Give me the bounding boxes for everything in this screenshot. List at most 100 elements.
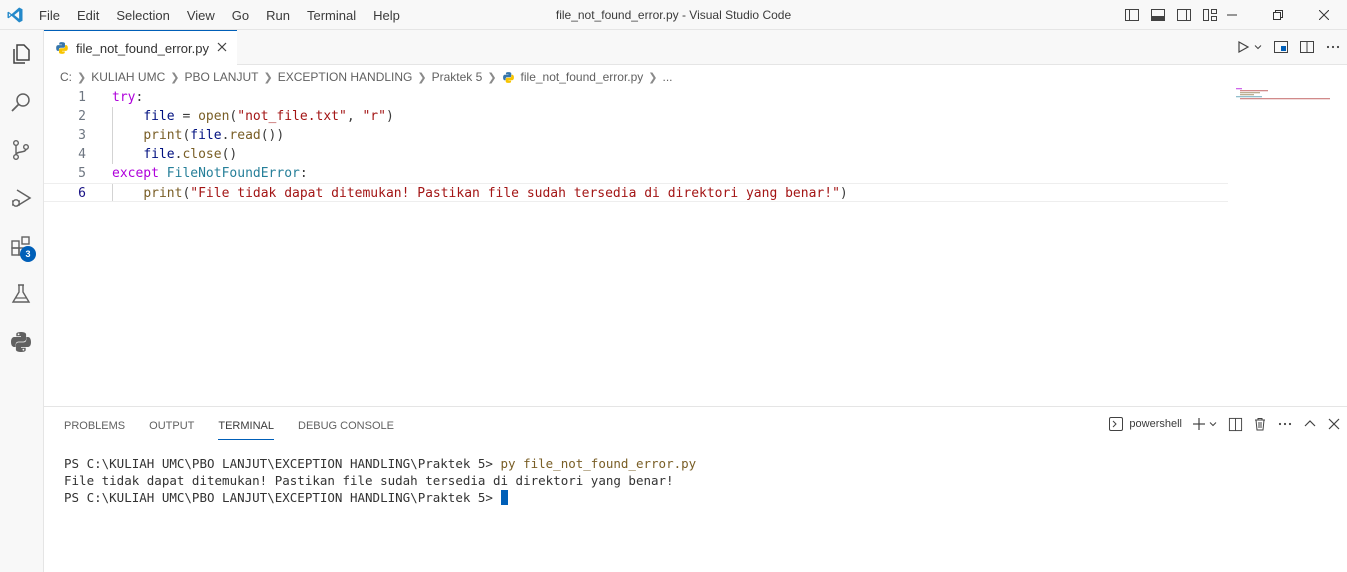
code-token: "File tidak dapat ditemukan! Pastikan fi… — [190, 186, 840, 201]
play-icon — [1238, 40, 1250, 54]
run-debug-button[interactable] — [7, 184, 35, 212]
terminal-line: PS C:\KULIAH UMC\PBO LANJUT\EXCEPTION HA… — [64, 455, 696, 472]
breadcrumb-item-kuliah-umc[interactable]: KULIAH UMC — [91, 70, 165, 84]
plus-icon — [1193, 418, 1205, 430]
line-number: 1 — [78, 90, 86, 105]
toggle-panel-icon[interactable] — [1150, 7, 1166, 23]
terminal-shell-selector[interactable]: powershell — [1109, 416, 1182, 432]
vscode-logo-icon[interactable] — [6, 6, 24, 24]
code-text: except FileNotFoundError: — [112, 164, 308, 183]
code-text: print(file.read()) — [112, 126, 284, 145]
source-control-icon — [12, 140, 29, 161]
code-token: = — [174, 109, 199, 124]
kill-terminal-button[interactable] — [1253, 416, 1267, 432]
terminal-command: py file_not_found_error.py — [500, 456, 697, 471]
line-number: 3 — [78, 128, 86, 143]
code-token: () — [221, 147, 238, 162]
tab-problems[interactable]: PROBLEMS — [64, 417, 125, 439]
tab-output[interactable]: OUTPUT — [149, 417, 194, 439]
code-line[interactable]: 6 print("File tidak dapat ditemukan! Pas… — [44, 183, 1228, 202]
tab-file-not-found-error[interactable]: file_not_found_error.py — [44, 30, 237, 65]
toggle-primary-sidebar-icon[interactable] — [1124, 7, 1140, 23]
editor-tab-bar: file_not_found_error.py — [44, 30, 1347, 65]
close-panel-button[interactable] — [1327, 416, 1341, 432]
python-button[interactable] — [7, 328, 35, 356]
menu-go[interactable]: Go — [232, 8, 249, 23]
chevron-right-icon: ❯ — [77, 71, 87, 84]
code-text: file.close() — [112, 145, 237, 164]
code-text: try: — [112, 88, 143, 107]
code-token: print — [143, 186, 183, 201]
close-tab-icon[interactable] — [215, 40, 229, 54]
menu-selection[interactable]: Selection — [116, 8, 169, 23]
close-icon — [1328, 418, 1340, 430]
shell-name: powershell — [1129, 418, 1182, 430]
panel-more-button[interactable] — [1277, 416, 1293, 432]
code-token: file — [190, 128, 222, 143]
tab-debug-console[interactable]: DEBUG CONSOLE — [298, 417, 394, 439]
restore-button[interactable] — [1255, 0, 1301, 30]
terminal-prompt: PS C:\KULIAH UMC\PBO LANJUT\EXCEPTION HA… — [64, 490, 501, 505]
open-preview-button[interactable] — [1273, 39, 1289, 55]
breadcrumb-item-exception-handling[interactable]: EXCEPTION HANDLING — [278, 70, 413, 84]
run-python-file-button[interactable] — [1236, 39, 1263, 55]
close-window-button[interactable] — [1301, 0, 1347, 30]
breadcrumb-item-drive[interactable]: C: — [60, 70, 72, 84]
code-line[interactable]: 2 file = open("not_file.txt", "r") — [44, 107, 1228, 126]
line-number: 4 — [78, 147, 86, 162]
terminal-output[interactable]: PS C:\KULIAH UMC\PBO LANJUT\EXCEPTION HA… — [64, 455, 696, 506]
code-token: print — [143, 128, 183, 143]
breadcrumb-item-file[interactable]: file_not_found_error.py — [521, 70, 644, 84]
line-number: 6 — [78, 186, 86, 201]
panel-actions: powershell — [1099, 416, 1341, 432]
search-button[interactable] — [7, 88, 35, 116]
code-line[interactable]: 5 except FileNotFoundError: — [44, 164, 1228, 183]
testing-button[interactable] — [7, 280, 35, 308]
split-terminal-button[interactable] — [1228, 416, 1243, 432]
terminal-icon — [1109, 417, 1124, 431]
editor-actions — [1226, 39, 1341, 55]
terminal-cursor — [500, 490, 508, 505]
toggle-secondary-sidebar-icon[interactable] — [1176, 7, 1192, 23]
source-control-button[interactable] — [7, 136, 35, 164]
chevron-right-icon: ❯ — [648, 71, 658, 84]
menu-file[interactable]: File — [39, 8, 60, 23]
minimap[interactable] — [1236, 88, 1332, 102]
breadcrumb: C: ❯ KULIAH UMC ❯ PBO LANJUT ❯ EXCEPTION… — [60, 66, 673, 88]
breadcrumb-item-pbo-lanjut[interactable]: PBO LANJUT — [184, 70, 258, 84]
terminal-line: PS C:\KULIAH UMC\PBO LANJUT\EXCEPTION HA… — [64, 489, 696, 506]
code-line[interactable]: 4 file.close() — [44, 145, 1228, 164]
breadcrumb-item-symbols[interactable]: ... — [663, 70, 673, 84]
split-editor-button[interactable] — [1299, 39, 1315, 55]
code-token: : — [135, 90, 144, 105]
files-icon — [13, 44, 30, 64]
code-token: read — [229, 128, 261, 143]
ellipsis-icon — [1326, 45, 1340, 49]
menu-help[interactable]: Help — [373, 8, 400, 23]
menu-terminal[interactable]: Terminal — [307, 8, 356, 23]
tab-terminal[interactable]: TERMINAL — [218, 417, 274, 440]
code-token: FileNotFoundError — [166, 166, 300, 181]
maximize-panel-button[interactable] — [1303, 416, 1317, 432]
menu-view[interactable]: View — [187, 8, 215, 23]
menu-edit[interactable]: Edit — [77, 8, 99, 23]
extensions-badge: 3 — [20, 246, 36, 262]
minimize-button[interactable] — [1209, 0, 1255, 30]
search-icon — [11, 93, 30, 112]
explorer-button[interactable] — [7, 40, 35, 68]
beaker-icon — [11, 284, 31, 303]
menu-run[interactable]: Run — [266, 8, 290, 23]
code-line[interactable]: 1 try: — [44, 88, 1228, 107]
code-editor[interactable]: 1 try: 2 file = open("not_file.txt", "r") 3… — [44, 88, 1347, 406]
split-editor-icon — [1300, 41, 1314, 53]
chevron-right-icon: ❯ — [417, 71, 427, 84]
code-token: open — [198, 109, 230, 124]
more-actions-button[interactable] — [1325, 39, 1341, 55]
new-terminal-button[interactable] — [1192, 416, 1218, 432]
code-token: ) — [385, 109, 394, 124]
breadcrumb-item-praktek-5[interactable]: Praktek 5 — [432, 70, 483, 84]
title-bar: File Edit Selection View Go Run Terminal… — [0, 0, 1347, 30]
code-line[interactable]: 3 print(file.read()) — [44, 126, 1228, 145]
code-token: "r" — [362, 109, 386, 124]
